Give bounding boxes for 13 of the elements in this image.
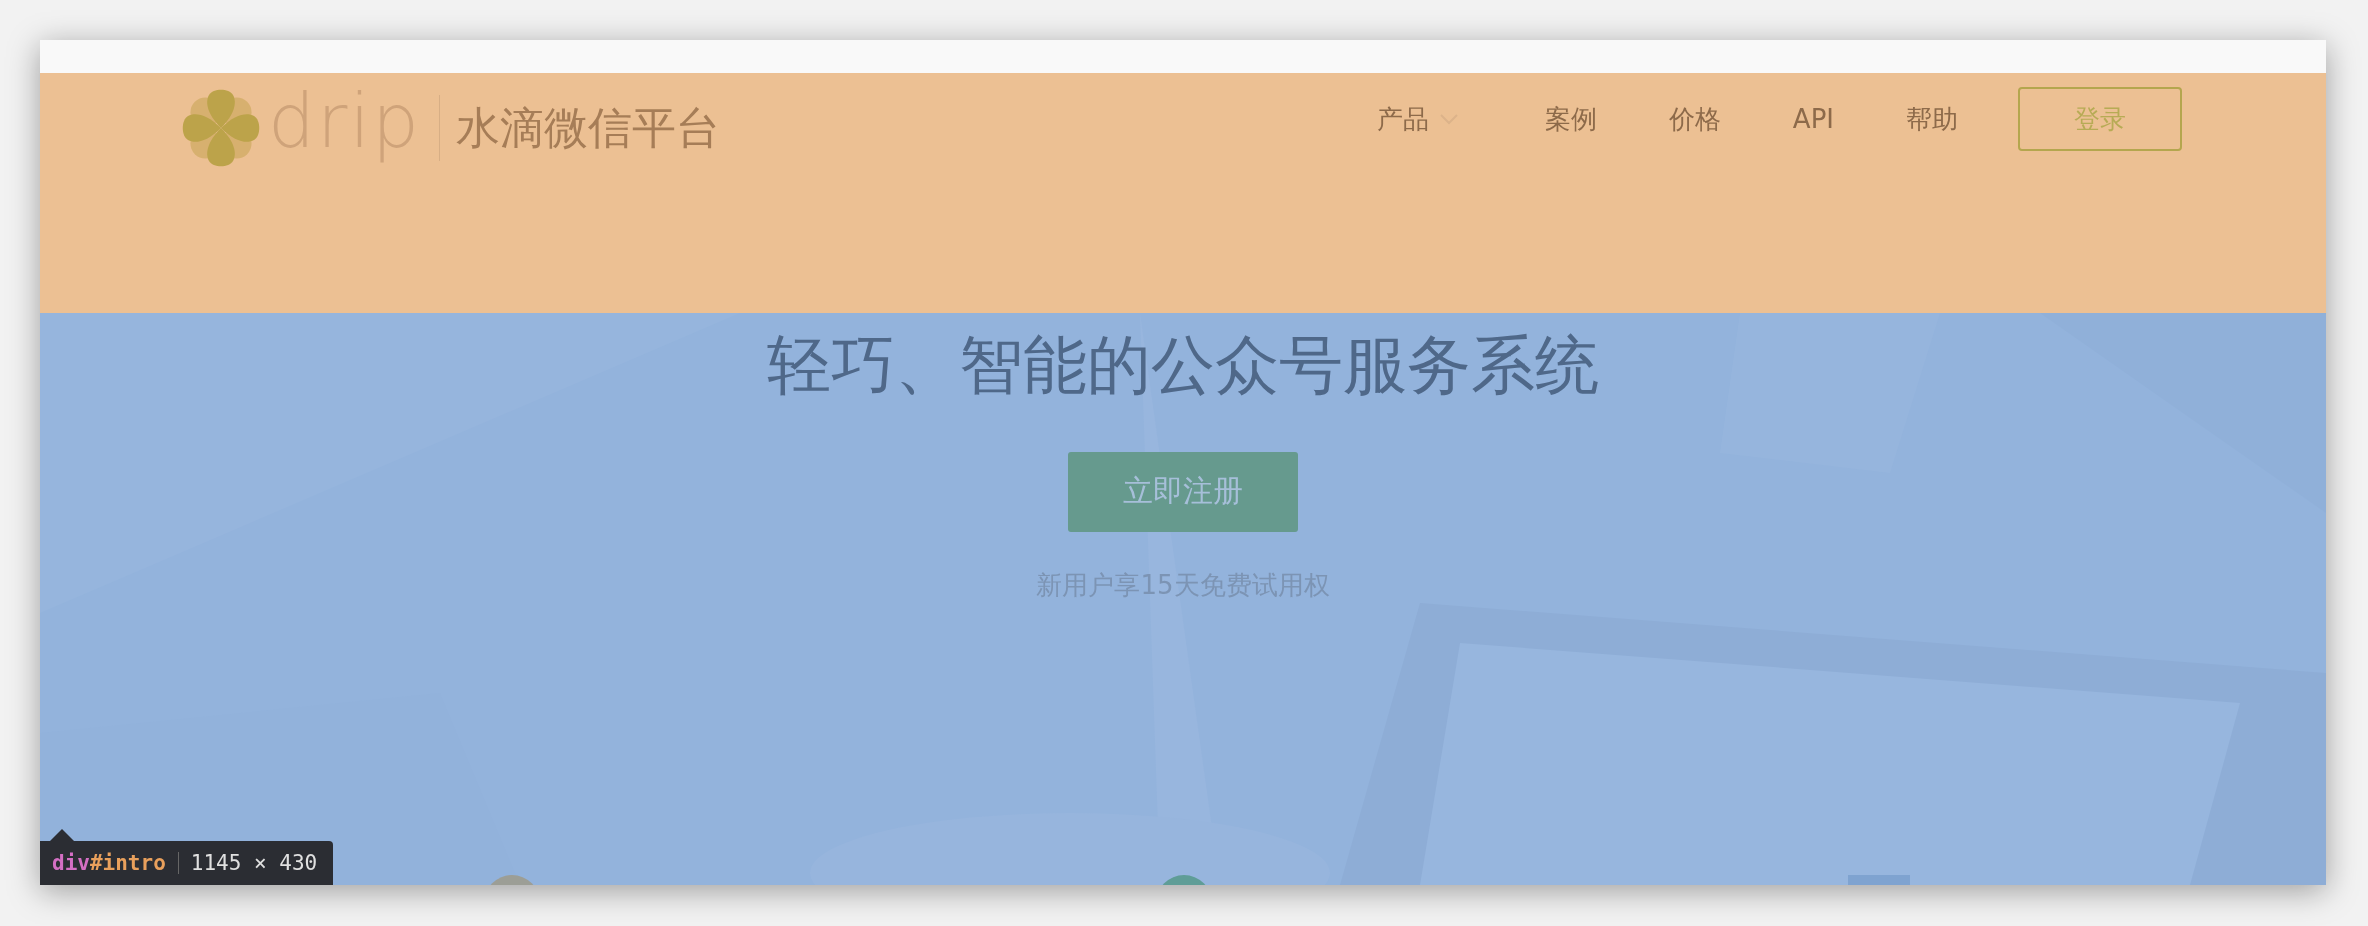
nav-link[interactable]: API xyxy=(1792,104,1834,134)
element-id: #intro xyxy=(89,851,166,875)
nav-link[interactable]: 案例 xyxy=(1544,101,1597,137)
flower-icon xyxy=(180,87,262,169)
tab-marker xyxy=(1848,875,1910,885)
brand-name: 水滴微信平台 xyxy=(455,106,720,150)
nav-link[interactable]: 价格 xyxy=(1668,101,1721,137)
element-size: 1145 × 430 xyxy=(190,851,318,875)
element-tag: div xyxy=(52,851,90,875)
nav-link[interactable]: 帮助 xyxy=(1906,101,1958,137)
hero-headline: 轻巧、智能的公众号服务系统 xyxy=(767,327,1599,404)
signup-button[interactable]: 立即注册 xyxy=(1068,451,1298,532)
nav-dropdown[interactable]: 产品 xyxy=(1376,101,1459,137)
